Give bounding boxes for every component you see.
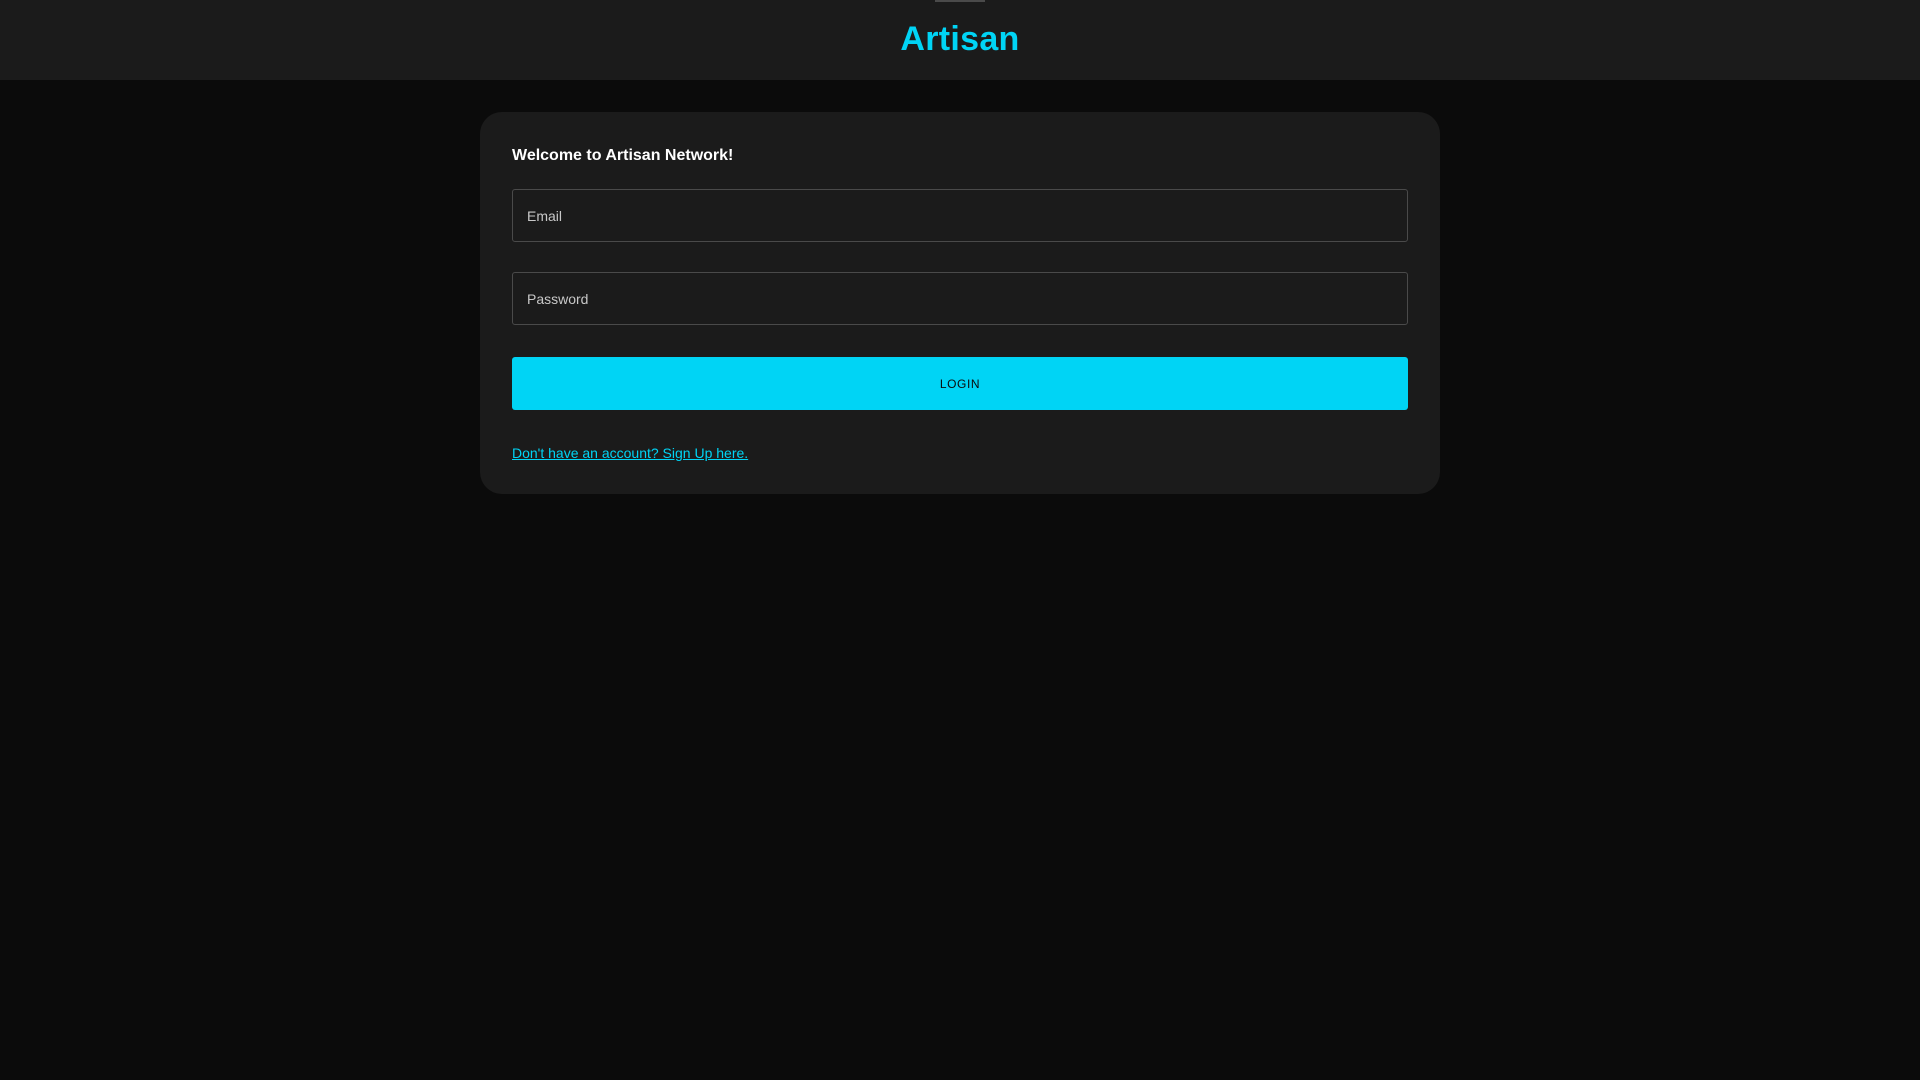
brand-logo[interactable]: Artisan (0, 18, 1920, 60)
welcome-heading: Welcome to Artisan Network! (512, 147, 734, 164)
top-bar-accent-line (935, 0, 985, 2)
login-button[interactable]: LOGIN (512, 357, 1408, 410)
top-bar: Artisan (0, 0, 1920, 80)
password-input[interactable] (513, 273, 1407, 324)
login-card: Welcome to Artisan Network! LOGIN Don't … (480, 112, 1440, 494)
email-field[interactable] (512, 189, 1408, 242)
password-field[interactable] (512, 272, 1408, 325)
signup-link[interactable]: Don't have an account? Sign Up here. (512, 444, 748, 462)
email-input[interactable] (513, 190, 1407, 241)
